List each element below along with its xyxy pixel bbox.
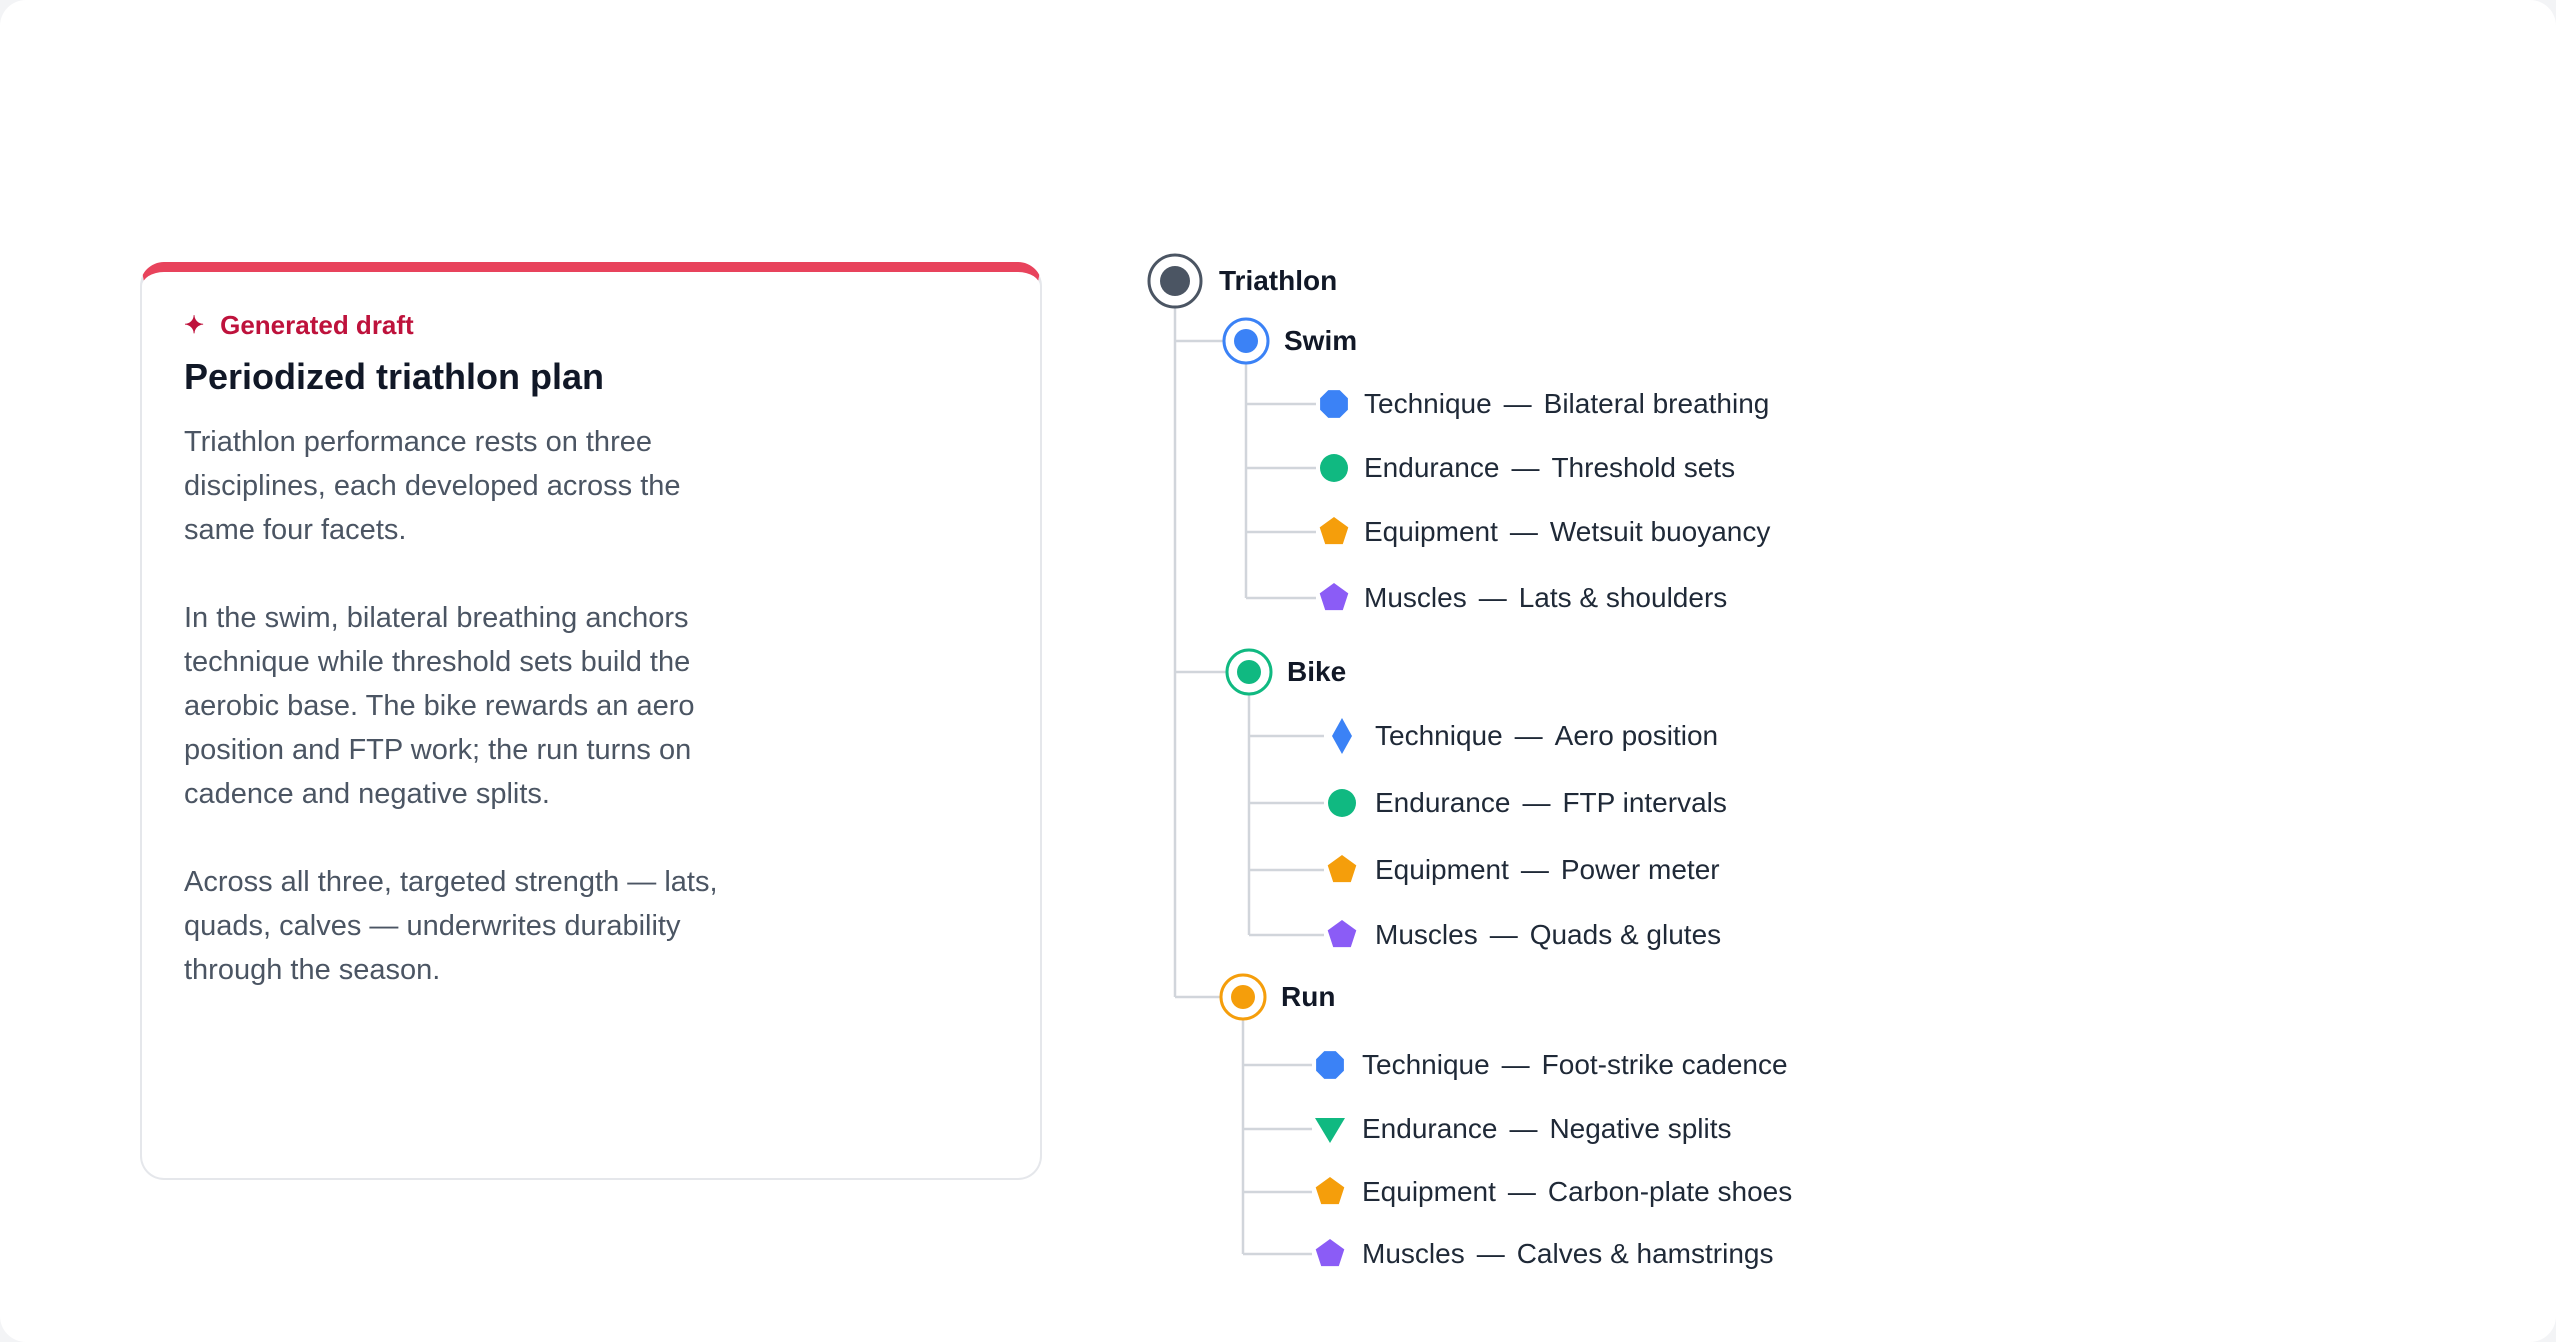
leaf-facet: Equipment xyxy=(1375,854,1509,885)
mind-map-tree: Triathlon Swim Technique — Bilateral breathi… xyxy=(0,0,2556,1342)
root-label[interactable]: Triathlon xyxy=(1219,265,1337,297)
leaf-item[interactable]: Equipment — Carbon-plate shoes xyxy=(1362,1176,1792,1208)
leaf-detail: Quads & glutes xyxy=(1529,919,1722,950)
branch-label[interactable]: Run xyxy=(1281,981,1335,1013)
leaf-detail: FTP intervals xyxy=(1562,787,1727,818)
leaf-separator: — xyxy=(1476,1238,1505,1269)
octagon-icon xyxy=(1316,1051,1344,1079)
pentagon-icon xyxy=(1319,583,1349,611)
leaf-separator: — xyxy=(1478,582,1507,613)
leaf-item[interactable]: Endurance — FTP intervals xyxy=(1375,787,1727,819)
root-node-dot xyxy=(1160,266,1190,296)
pentagon-icon xyxy=(1319,517,1349,545)
leaf-item[interactable]: Muscles — Quads & glutes xyxy=(1375,919,1721,951)
leaf-separator: — xyxy=(1501,1049,1530,1080)
leaf-detail: Calves & hamstrings xyxy=(1516,1238,1774,1269)
leaf-separator: — xyxy=(1489,919,1518,950)
leaf-detail: Negative splits xyxy=(1549,1113,1732,1144)
pentagon-icon xyxy=(1315,1177,1345,1205)
leaf-separator: — xyxy=(1509,1113,1538,1144)
circle-icon xyxy=(1320,454,1348,482)
leaf-facet: Muscles xyxy=(1375,919,1478,950)
leaf-facet: Technique xyxy=(1362,1049,1490,1080)
leaf-detail: Bilateral breathing xyxy=(1543,388,1770,419)
leaf-item[interactable]: Equipment — Power meter xyxy=(1375,854,1720,886)
leaf-separator: — xyxy=(1507,1176,1536,1207)
branch-node-run[interactable] xyxy=(1219,973,1267,1021)
circle-icon xyxy=(1328,789,1356,817)
leaf-detail: Foot-strike cadence xyxy=(1541,1049,1788,1080)
branch-node-bike[interactable] xyxy=(1225,648,1273,696)
leaf-item[interactable]: Muscles — Lats & shoulders xyxy=(1364,582,1727,614)
branch-label[interactable]: Swim xyxy=(1284,325,1357,357)
leaf-facet: Equipment xyxy=(1364,516,1498,547)
branch-node-run-dot xyxy=(1231,985,1255,1009)
tree-connectors xyxy=(1147,253,1357,1267)
diamond-icon xyxy=(1332,718,1352,754)
branch-node-swim[interactable] xyxy=(1222,317,1270,365)
leaf-item[interactable]: Equipment — Wetsuit buoyancy xyxy=(1364,516,1770,548)
triangle-down-icon xyxy=(1315,1118,1345,1143)
branch-node-bike-dot xyxy=(1237,660,1261,684)
leaf-item[interactable]: Muscles — Calves & hamstrings xyxy=(1362,1238,1773,1270)
leaf-facet: Endurance xyxy=(1375,787,1511,818)
leaf-detail: Carbon-plate shoes xyxy=(1547,1176,1793,1207)
leaf-facet: Endurance xyxy=(1362,1113,1498,1144)
leaf-item[interactable]: Technique — Bilateral breathing xyxy=(1364,388,1769,420)
leaf-separator: — xyxy=(1503,388,1532,419)
root-node[interactable] xyxy=(1147,253,1203,309)
pentagon-icon xyxy=(1327,920,1357,948)
leaf-facet: Equipment xyxy=(1362,1176,1496,1207)
leaf-separator: — xyxy=(1514,720,1543,751)
pentagon-icon xyxy=(1315,1239,1345,1267)
branch-node-swim-dot xyxy=(1234,329,1258,353)
leaf-separator: — xyxy=(1511,452,1540,483)
canvas: ✦ Generated draft Periodized triathlon p… xyxy=(0,0,2556,1342)
leaf-facet: Muscles xyxy=(1364,582,1467,613)
leaf-detail: Threshold sets xyxy=(1551,452,1736,483)
leaf-detail: Aero position xyxy=(1554,720,1719,751)
leaf-detail: Power meter xyxy=(1560,854,1720,885)
branch-label[interactable]: Bike xyxy=(1287,656,1346,688)
leaf-facet: Muscles xyxy=(1362,1238,1465,1269)
leaf-item[interactable]: Technique — Foot-strike cadence xyxy=(1362,1049,1788,1081)
leaf-item[interactable]: Endurance — Negative splits xyxy=(1362,1113,1732,1145)
leaf-separator: — xyxy=(1509,516,1538,547)
leaf-separator: — xyxy=(1520,854,1549,885)
pentagon-icon xyxy=(1327,855,1357,883)
leaf-item[interactable]: Endurance — Threshold sets xyxy=(1364,452,1735,484)
octagon-icon xyxy=(1320,390,1348,418)
leaf-detail: Lats & shoulders xyxy=(1518,582,1728,613)
leaf-detail: Wetsuit buoyancy xyxy=(1549,516,1771,547)
leaf-facet: Technique xyxy=(1375,720,1503,751)
leaf-facet: Endurance xyxy=(1364,452,1500,483)
leaf-facet: Technique xyxy=(1364,388,1492,419)
leaf-item[interactable]: Technique — Aero position xyxy=(1375,720,1718,752)
leaf-separator: — xyxy=(1522,787,1551,818)
